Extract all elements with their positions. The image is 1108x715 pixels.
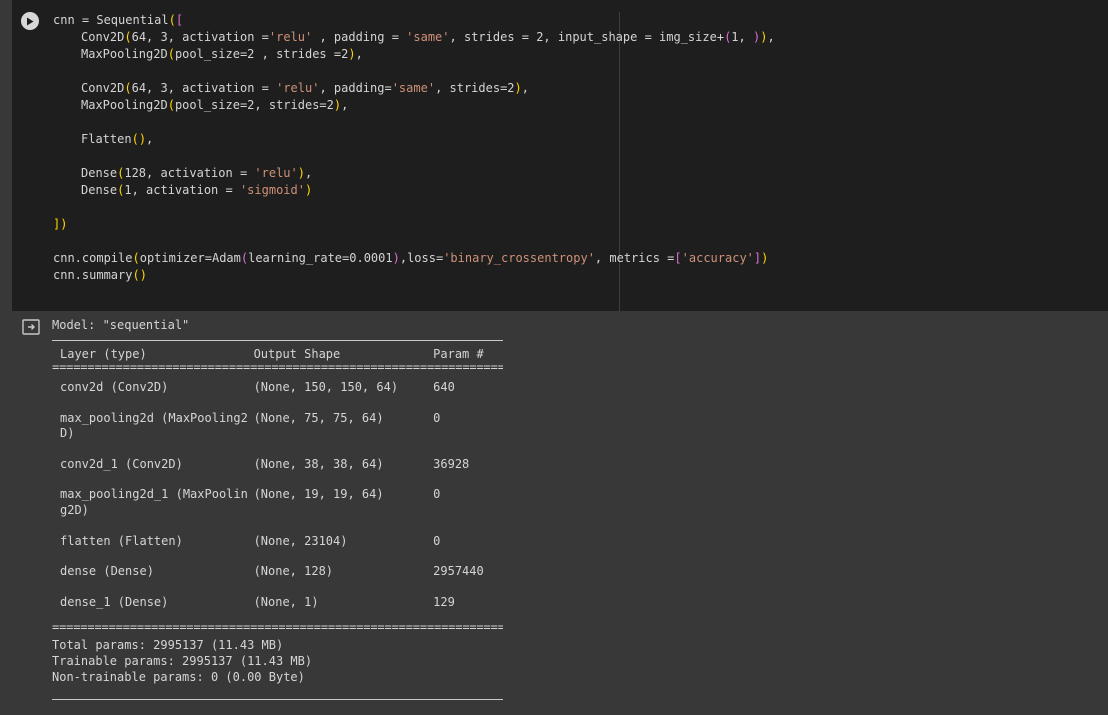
notebook-page: cnn = Sequential([ Conv2D(64, 3, activati…	[0, 0, 1108, 715]
layer-output-shape: (None, 23104)	[253, 533, 348, 548]
code-line: Conv2D(64, 3, activation = 'relu', paddi…	[53, 80, 775, 97]
layer-param-count: 0	[433, 533, 441, 548]
model-title: Model: "sequential"	[52, 318, 190, 332]
code-line: Dense(1, activation = 'sigmoid')	[53, 182, 775, 199]
layer-name: max_pooling2d_1 (MaxPoolin g2D)	[60, 487, 248, 517]
layer-param-count: 2957440	[433, 564, 484, 579]
code-text: cnn = Sequential([	[53, 13, 184, 27]
layer-output-shape: (None, 38, 38, 64)	[253, 456, 384, 471]
non-trainable-params: Non-trainable params: 0 (0.00 Byte)	[52, 669, 305, 684]
code-text: Flatten(),	[81, 132, 154, 146]
code-line: cnn.compile(optimizer=Adam(learning_rate…	[53, 250, 775, 267]
code-text: Dense(1, activation = 'sigmoid')	[81, 183, 313, 197]
layer-output-shape: (None, 128)	[253, 564, 334, 579]
cell-output: Model: "sequential" Layer (type) Output …	[52, 318, 503, 701]
trainable-params: Trainable params: 2995137 (11.43 MB)	[52, 653, 313, 668]
table-row: dense (Dense) (None, 128) 2957440	[52, 556, 503, 587]
layer-param-count: 0	[433, 410, 441, 425]
header-layer-type: Layer (type)	[60, 347, 147, 361]
model-summary-table: Layer (type) Output Shape Param # ======…	[52, 340, 503, 701]
layer-name: dense (Dense)	[60, 564, 154, 579]
code-line: MaxPooling2D(pool_size=2 , strides =2),	[53, 46, 775, 63]
play-icon	[27, 17, 34, 25]
code-line: cnn.summary()	[53, 267, 775, 284]
run-cell-button[interactable]	[21, 12, 39, 30]
layer-param-count: 36928	[433, 456, 470, 471]
code-text: Conv2D(64, 3, activation ='relu' , paddi…	[81, 30, 775, 44]
header-output-shape: Output Shape	[253, 347, 341, 361]
code-line: MaxPooling2D(pool_size=2, strides=2),	[53, 97, 775, 114]
layer-name: dense_1 (Dense)	[60, 594, 169, 609]
total-params: Total params: 2995137 (11.43 MB)	[52, 638, 284, 653]
layer-output-shape: (None, 150, 150, 64)	[253, 380, 399, 394]
layer-output-shape: (None, 1)	[253, 594, 319, 609]
summary-header-separator: ========================================…	[52, 363, 503, 372]
layer-name: flatten (Flatten)	[60, 533, 183, 548]
code-text: MaxPooling2D(pool_size=2 , strides =2),	[81, 47, 363, 61]
code-line: ])	[53, 216, 775, 233]
summary-footer-separator: ========================================…	[52, 623, 503, 633]
code-text: cnn.compile(optimizer=Adam(learning_rate…	[53, 251, 769, 265]
layer-name: conv2d_1 (Conv2D)	[60, 456, 183, 471]
summary-header-row: Layer (type) Output Shape Param #	[52, 341, 503, 363]
code-line: cnn = Sequential([	[53, 12, 775, 29]
layer-name: conv2d (Conv2D)	[60, 380, 169, 394]
output-redirect-icon[interactable]	[22, 319, 40, 335]
summary-bottom-rule	[52, 699, 503, 701]
layer-name: max_pooling2d (MaxPooling2 D)	[60, 410, 248, 441]
layer-param-count: 129	[433, 594, 455, 609]
layer-rows: conv2d (Conv2D) (None, 150, 150, 64) 640 ma…	[52, 372, 503, 617]
layer-output-shape: (None, 19, 19, 64)	[253, 487, 384, 502]
table-row: dense_1 (Dense) (None, 1) 129	[52, 587, 503, 618]
layer-param-count: 640	[433, 380, 455, 394]
table-row: max_pooling2d (MaxPooling2 D) (None, 75, …	[52, 403, 503, 449]
code-line: Dense(128, activation = 'relu'),	[53, 165, 775, 182]
layer-output-shape: (None, 75, 75, 64)	[253, 410, 384, 425]
code-line: Conv2D(64, 3, activation ='relu' , paddi…	[53, 29, 775, 46]
code-text: MaxPooling2D(pool_size=2, strides=2),	[81, 98, 349, 112]
code-text: cnn.summary()	[53, 268, 147, 282]
code-text: ])	[53, 217, 68, 231]
table-row: conv2d_1 (Conv2D) (None, 38, 38, 64) 36928	[52, 449, 503, 480]
code-text: Conv2D(64, 3, activation = 'relu', paddi…	[81, 81, 530, 95]
code-text: Dense(128, activation = 'relu'),	[81, 166, 313, 180]
table-row: conv2d (Conv2D) (None, 150, 150, 64) 640	[52, 372, 503, 403]
layer-param-count: 0	[433, 487, 441, 502]
code-line: Flatten(),	[53, 131, 775, 148]
table-row: max_pooling2d_1 (MaxPoolin g2D) (None, 19…	[52, 479, 503, 525]
header-param-count: Param #	[433, 347, 484, 361]
table-row: flatten (Flatten) (None, 23104) 0	[52, 526, 503, 557]
code-editor[interactable]: cnn = Sequential([ Conv2D(64, 3, activati…	[53, 12, 775, 284]
param-totals: Total params: 2995137 (11.43 MB) Trainab…	[52, 638, 503, 685]
